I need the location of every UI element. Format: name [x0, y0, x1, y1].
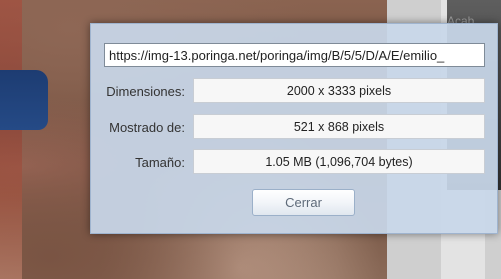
- image-url-field[interactable]: https://img-13.poringa.net/poringa/img/B…: [104, 43, 485, 67]
- background-photo-detail: [0, 70, 48, 130]
- displayed-size-value[interactable]: 521 x 868 pixels: [193, 114, 485, 139]
- dimensions-value[interactable]: 2000 x 3333 pixels: [193, 78, 485, 103]
- displayed-size-label: Mostrado de:: [109, 120, 185, 135]
- background-photo-edge: [0, 0, 22, 279]
- file-size-label: Tamaño:: [135, 155, 185, 170]
- image-info-dialog: https://img-13.poringa.net/poringa/img/B…: [90, 23, 498, 234]
- dimensions-label: Dimensiones:: [106, 84, 185, 99]
- file-size-value[interactable]: 1.05 MB (1,096,704 bytes): [193, 149, 485, 174]
- close-button[interactable]: Cerrar: [252, 189, 355, 216]
